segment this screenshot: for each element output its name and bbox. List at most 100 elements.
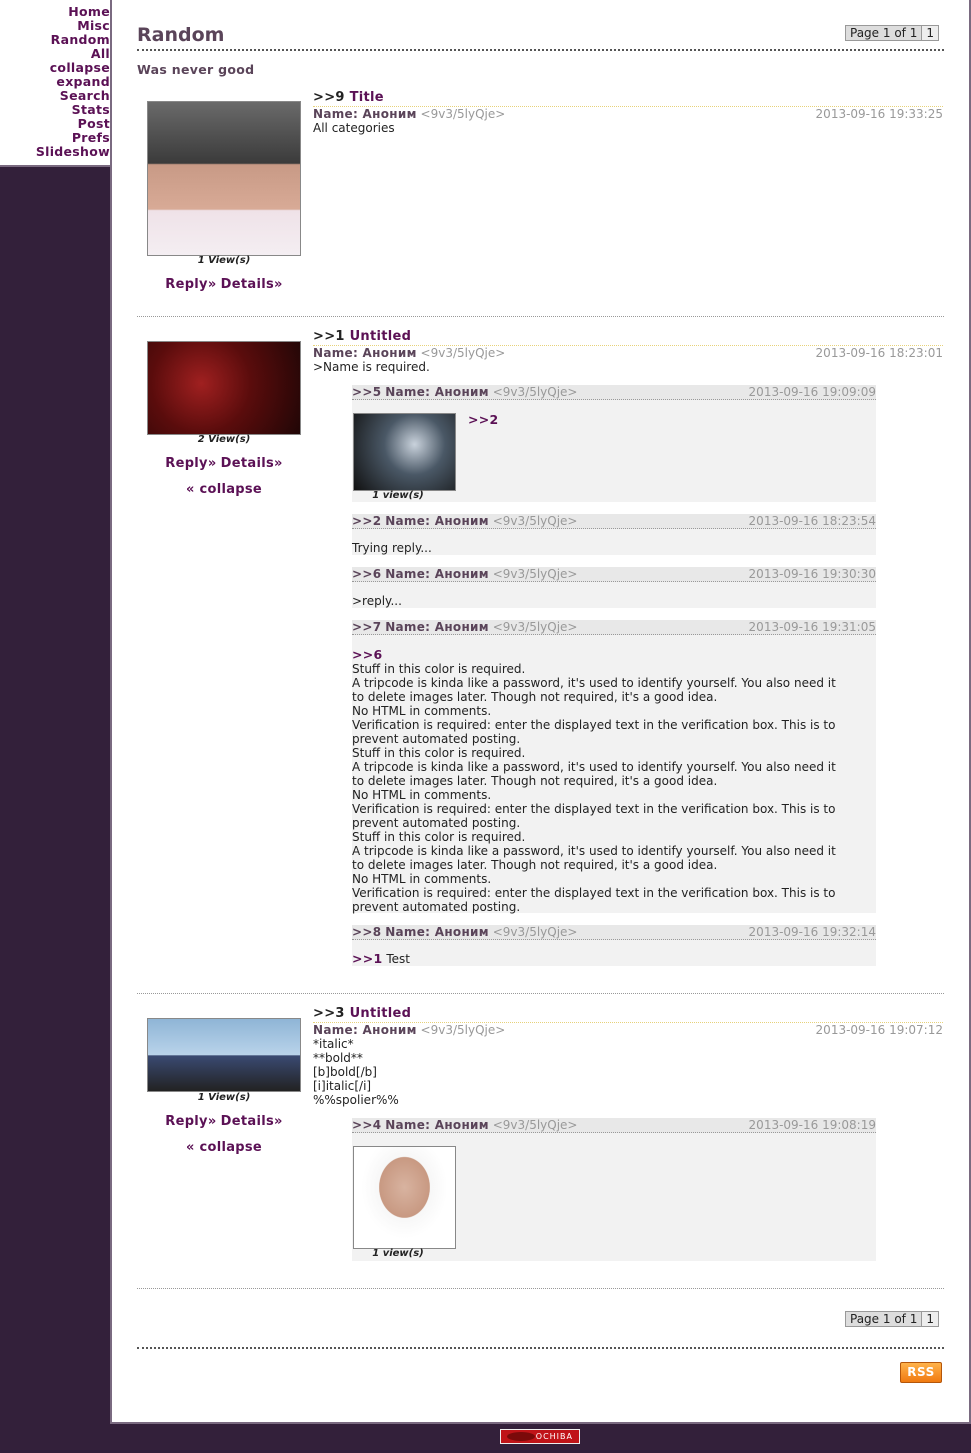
menu-slideshow[interactable]: Slideshow [0,145,110,159]
menu-all[interactable]: All [0,47,110,61]
menu-random[interactable]: Random [0,33,110,47]
divider [137,49,944,51]
post-line: All categories [313,121,395,135]
post-line: %%spolier%% [313,1093,399,1107]
post-body: *italic* **bold** [b]bold[/b] [i]italic[… [313,1037,399,1107]
thread-image[interactable] [147,1018,301,1092]
body-line: to delete images later. Though not requi… [352,690,718,704]
details-link[interactable]: Details» [221,1114,283,1129]
quote-link[interactable]: >>1 [352,951,383,966]
reply-post: >>6 Name: Аноним <9v3/5lyQje> 2013-09-16… [352,567,876,608]
post-number[interactable]: >>9 [313,90,345,105]
quote-link[interactable]: >>6 [352,647,383,662]
reply-link[interactable]: Reply» [165,1114,216,1129]
divider [137,993,944,994]
menu-prefs[interactable]: Prefs [0,131,110,145]
reply-number[interactable]: >>8 [352,925,381,939]
poster-name: Name: Аноним [385,1118,489,1132]
post-date: 2013-09-16 19:30:30 [748,567,876,581]
board-title: Random [137,24,225,46]
reply-number[interactable]: >>7 [352,620,381,634]
body-line: Stuff in this color is required. [352,746,526,760]
pager-label: Page 1 of 1 [850,26,918,40]
reply-post: >>8 Name: Аноним <9v3/5lyQje> 2013-09-16… [352,925,876,966]
post-date: 2013-09-16 19:07:12 [815,1023,943,1037]
reply-body: Trying reply... [352,541,432,555]
tripcode: <9v3/5lyQje> [492,1118,578,1132]
quote-link[interactable]: >>2 [468,412,499,427]
reply-post: >>5 Name: Аноним <9v3/5lyQje> 2013-09-16… [352,385,876,502]
reply-header: >>5 Name: Аноним <9v3/5lyQje> 2013-09-16… [352,385,876,400]
reply-number[interactable]: >>5 [352,385,381,399]
menu-expand[interactable]: expand [0,75,110,89]
view-count: 1 view(s) [372,490,424,501]
thread-title-link[interactable]: Title [350,90,384,105]
thread-header: >>9 Title [313,90,384,105]
poster-name: Name: Аноним [385,567,489,581]
tripcode: <9v3/5lyQje> [420,107,506,121]
thread-actions: Reply» Details» [147,456,301,471]
body-line: A tripcode is kinda like a password, it'… [352,844,836,858]
post-number[interactable]: >>1 [313,329,345,344]
reply-link[interactable]: Reply» [165,277,216,292]
menu-home[interactable]: Home [0,5,110,19]
view-count: 1 view(s) [372,1248,424,1259]
collapse-link[interactable]: « collapse [186,1140,262,1155]
menu-collapse[interactable]: collapse [0,61,110,75]
menu-search[interactable]: Search [0,89,110,103]
body-line: A tripcode is kinda like a password, it'… [352,760,836,774]
view-count: 1 View(s) [197,1092,251,1103]
main-panel: Random Page 1 of 1 1 Was never good 1 Vi… [110,0,971,1424]
thread-collapse: « collapse [147,1140,301,1155]
body-line: to delete images later. Though not requi… [352,774,718,788]
rss-button[interactable]: RSS [900,1362,942,1383]
reply-image[interactable] [353,1146,456,1249]
collapse-link[interactable]: « collapse [186,482,262,497]
body-line: Verification is required: enter the disp… [352,886,836,900]
post-date: 2013-09-16 19:09:09 [748,385,876,399]
reply-number[interactable]: >>6 [352,567,381,581]
tripcode: <9v3/5lyQje> [492,620,578,634]
poster-name: Name: Аноним [313,1023,417,1037]
pager-page-link[interactable]: 1 [921,1312,938,1326]
reply-post: >>2 Name: Аноним <9v3/5lyQje> 2013-09-16… [352,514,876,555]
details-link[interactable]: Details» [221,277,283,292]
post-body: All categories [313,121,395,135]
pager-page-link[interactable]: 1 [921,26,938,40]
thread-image[interactable] [147,341,301,435]
post-meta: Name: Аноним <9v3/5lyQje> 2013-09-16 19:… [313,106,943,121]
view-count: 1 View(s) [197,255,251,266]
footer-logo[interactable]: OCHIBA [500,1429,580,1444]
menu-misc[interactable]: Misc [0,19,110,33]
view-count: 2 View(s) [197,434,251,445]
details-link[interactable]: Details» [221,456,283,471]
thread-header: >>1 Untitled [313,329,411,344]
post-meta: Name: Аноним <9v3/5lyQje> 2013-09-16 18:… [313,345,943,360]
body-line: A tripcode is kinda like a password, it'… [352,676,836,690]
thread-title-link[interactable]: Untitled [350,1006,412,1021]
thread-image[interactable] [147,101,301,256]
reply-number[interactable]: >>4 [352,1118,381,1132]
thread-title-link[interactable]: Untitled [350,329,412,344]
menu-post[interactable]: Post [0,117,110,131]
tripcode: <9v3/5lyQje> [492,925,578,939]
post-number[interactable]: >>3 [313,1006,345,1021]
reply-header: >>2 Name: Аноним <9v3/5lyQje> 2013-09-16… [352,514,876,529]
poster-name: Name: Аноним [313,346,417,360]
board-subtitle: Was never good [137,62,255,77]
divider [137,1288,944,1289]
reply-header: >>4 Name: Аноним <9v3/5lyQje> 2013-09-16… [352,1118,876,1133]
logo-icon [507,1432,535,1441]
thread-actions: Reply» Details» [147,277,301,292]
reply-body: >reply... [352,594,402,608]
reply-link[interactable]: Reply» [165,456,216,471]
menu-stats[interactable]: Stats [0,103,110,117]
reply-image[interactable] [353,413,456,491]
body-line: No HTML in comments. [352,704,492,718]
post-line: >Name is required. [313,360,430,374]
reply-number[interactable]: >>2 [352,514,381,528]
reply-body: >>6 Stuff in this color is required. A t… [352,647,876,915]
post-date: 2013-09-16 19:32:14 [748,925,876,939]
pager-top: Page 1 of 1 1 [845,25,939,41]
body-line: Verification is required: enter the disp… [352,802,836,816]
